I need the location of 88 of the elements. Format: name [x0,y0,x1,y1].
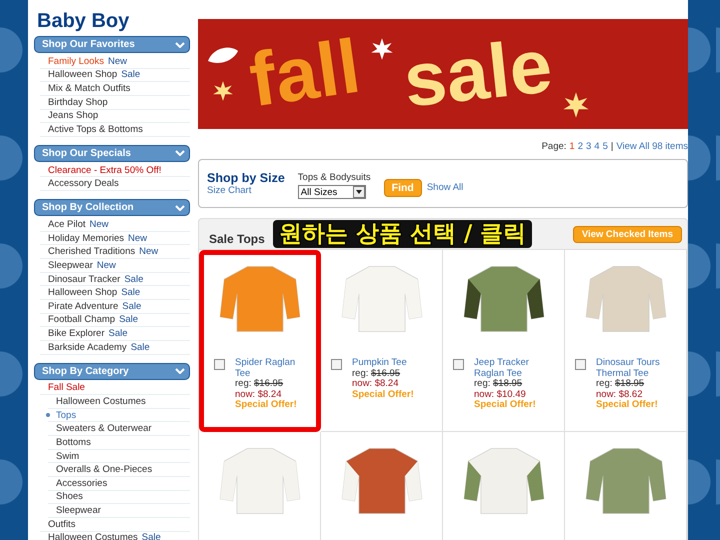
sidebar-link[interactable]: Bottoms [56,436,91,448]
sale-banner[interactable]: fall sale [198,19,688,129]
sidebar-link[interactable]: Halloween Costumes [56,396,146,407]
chevron-icon [175,150,185,156]
chevron-icon [175,204,185,211]
page-title: Baby Boy [36,9,130,34]
sidebar-tag: Sale [130,342,150,353]
product-checkbox[interactable] [575,359,586,370]
page-link[interactable]: 3 [586,141,592,152]
sidebar-link[interactable]: Sweaters & Outerwear [56,423,152,434]
product-checkbox[interactable] [453,359,464,370]
page-link[interactable]: 4 [594,141,600,152]
regular-price-label: reg: [352,368,368,378]
sidebar-link[interactable]: Accessory Deals [48,178,119,190]
sidebar-tag: Sale [108,328,128,340]
page-link[interactable]: 2 [578,141,583,152]
product-name-link[interactable]: Spider Raglan Tee [235,358,310,379]
product-name-link[interactable]: Jeep Tracker Raglan Tee [474,358,558,379]
sidebar-tag: Sale [124,274,144,284]
product-name-link[interactable]: Dinosaur Tours Thermal Tee [596,358,680,379]
product-checkbox[interactable] [214,359,225,370]
separator: | [610,141,614,152]
regular-price: $16.95 [254,378,284,389]
regular-price-label: reg: [596,378,612,389]
sidebar-link[interactable]: Barkside Academy [48,342,127,353]
page-link[interactable]: 1 [569,141,575,152]
sidebar-link[interactable]: Holiday Memories [48,232,124,244]
banner-headline: sale [400,28,556,120]
sidebar-link[interactable]: Family Looks [48,56,104,67]
chevron-icon [175,42,185,48]
sidebar-link[interactable]: Halloween Shop [48,69,118,80]
sidebar-link[interactable]: Halloween Shop [48,287,118,298]
show-all-link[interactable]: Show All [426,182,464,193]
sale-price: now: $8.62 [596,390,644,400]
regular-price: $18.95 [615,378,644,389]
sidebar-link[interactable]: Active Tops & Bottoms [48,124,143,136]
sidebar-tag: New [139,246,158,258]
panel-heading: Sale Tops [209,232,265,246]
page-label: Page: [542,141,566,152]
regular-price-label: reg: [235,378,252,389]
view-all-link[interactable]: View All 98 items [616,141,688,152]
sidebar-link[interactable]: Bike Explorer [48,328,104,340]
sidebar-tag: Sale [121,69,140,80]
size-chart-link[interactable]: Size Chart [207,185,285,196]
regular-price: $16.95 [371,368,400,378]
sidebar-tag: Sale [121,287,140,298]
sidebar-tag: New [108,56,127,67]
special-offer-label: Special Offer! [235,400,298,410]
sale-price: now: $10.49 [474,390,527,400]
size-dropdown[interactable]: All Sizes [298,185,366,199]
banner-headline: fall [245,28,365,120]
sidebar-link[interactable]: Cherished Traditions [48,246,136,258]
regular-price-label: reg: [474,378,490,389]
sidebar-tag: New [128,232,148,244]
sidebar-link[interactable]: Sleepwear [48,260,93,271]
field-label: Tops & Bodysuits [298,172,371,183]
product-checkbox[interactable] [331,359,342,370]
sidebar-link[interactable]: Mix & Match Outfits [48,83,130,94]
sidebar-link[interactable]: Tops [56,410,76,421]
sidebar-link[interactable]: Clearance - Extra 50% Off! [48,164,162,176]
sidebar-link[interactable]: Dinosaur Tracker [48,274,120,284]
sidebar-tag: New [96,260,116,271]
sidebar-link[interactable]: Birthday Shop [48,96,108,108]
special-offer-label: Special Offer! [352,390,414,400]
sidebar-link[interactable]: Ace Pilot [48,218,86,230]
sidebar-link[interactable]: Shoes [56,491,83,502]
chevron-icon [175,368,185,374]
sidebar-tag: Sale [119,314,138,326]
sidebar-link[interactable]: Overalls & One-Pieces [56,464,152,476]
special-offer-label: Special Offer! [474,400,537,410]
sidebar-tag: Sale [122,300,142,312]
sidebar-link[interactable]: Fall Sale [48,382,85,394]
regular-price: $18.95 [493,378,522,389]
page-link[interactable]: 5 [602,141,608,152]
sale-price: now: $8.24 [235,390,282,400]
sidebar-link[interactable]: Swim [56,450,80,462]
size-panel-title: Shop by Size [207,171,285,185]
sidebar-link[interactable]: Pirate Adventure [48,300,118,312]
annotation-caption: 원하는 상품 선택 / 클릭 [272,220,532,248]
sidebar-link[interactable]: Football Champ [48,314,116,326]
sidebar-link[interactable]: Jeans Shop [48,110,98,122]
special-offer-label: Special Offer! [596,400,659,410]
sidebar-link[interactable]: Sleepwear [56,505,101,516]
sidebar-link[interactable]: Outfits [48,518,76,530]
sidebar-link[interactable]: Accessories [56,478,108,489]
sidebar-tag: New [90,218,109,230]
product-name-link[interactable]: Pumpkin Tee [352,358,414,368]
sale-price: now: $8.24 [352,379,400,390]
